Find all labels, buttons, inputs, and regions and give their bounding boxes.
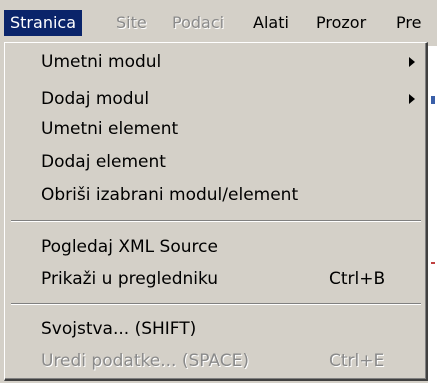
background-mark [431,262,435,264]
submenu-arrow-icon [409,94,415,104]
submenu-arrow-icon [409,57,415,67]
menu-item-prikazi[interactable]: Prikaži u pregledniku [41,266,218,292]
stranica-dropdown-menu: Umetni modul Dodaj modul Umetni element … [4,42,428,381]
menu-separator [11,303,421,305]
menu-bar: Stranica Site Podaci Alati Prozor Pre [0,0,437,46]
background-mark [431,96,435,104]
menu-item-umetni-element[interactable]: Umetni element [41,116,178,142]
menu-item-uredi-podatke[interactable]: Uredi podatke... (SPACE) [41,348,249,374]
menu-item-dodaj-element[interactable]: Dodaj element [41,149,166,175]
menu-pre[interactable]: Pre [390,10,427,36]
menu-site[interactable]: Site [110,10,153,36]
menu-prozor[interactable]: Prozor [310,10,372,36]
menu-item-svojstva[interactable]: Svojstva... (SHIFT) [41,316,196,342]
menu-alati[interactable]: Alati [247,10,295,36]
menu-item-umetni-modul[interactable]: Umetni modul [41,49,161,75]
menu-item-obrisi[interactable]: Obriši izabrani modul/element [41,182,298,208]
menu-stranica[interactable]: Stranica [4,10,82,36]
menu-podaci[interactable]: Podaci [166,10,230,36]
application-window: Stranica Site Podaci Alati Prozor Pre Um… [0,0,437,383]
menu-item-dodaj-modul[interactable]: Dodaj modul [41,86,149,112]
menu-item-pogledaj-xml[interactable]: Pogledaj XML Source [41,234,218,260]
shortcut-ctrl-e: Ctrl+E [329,351,385,371]
shortcut-ctrl-b: Ctrl+B [329,269,386,289]
menu-separator [11,220,421,222]
